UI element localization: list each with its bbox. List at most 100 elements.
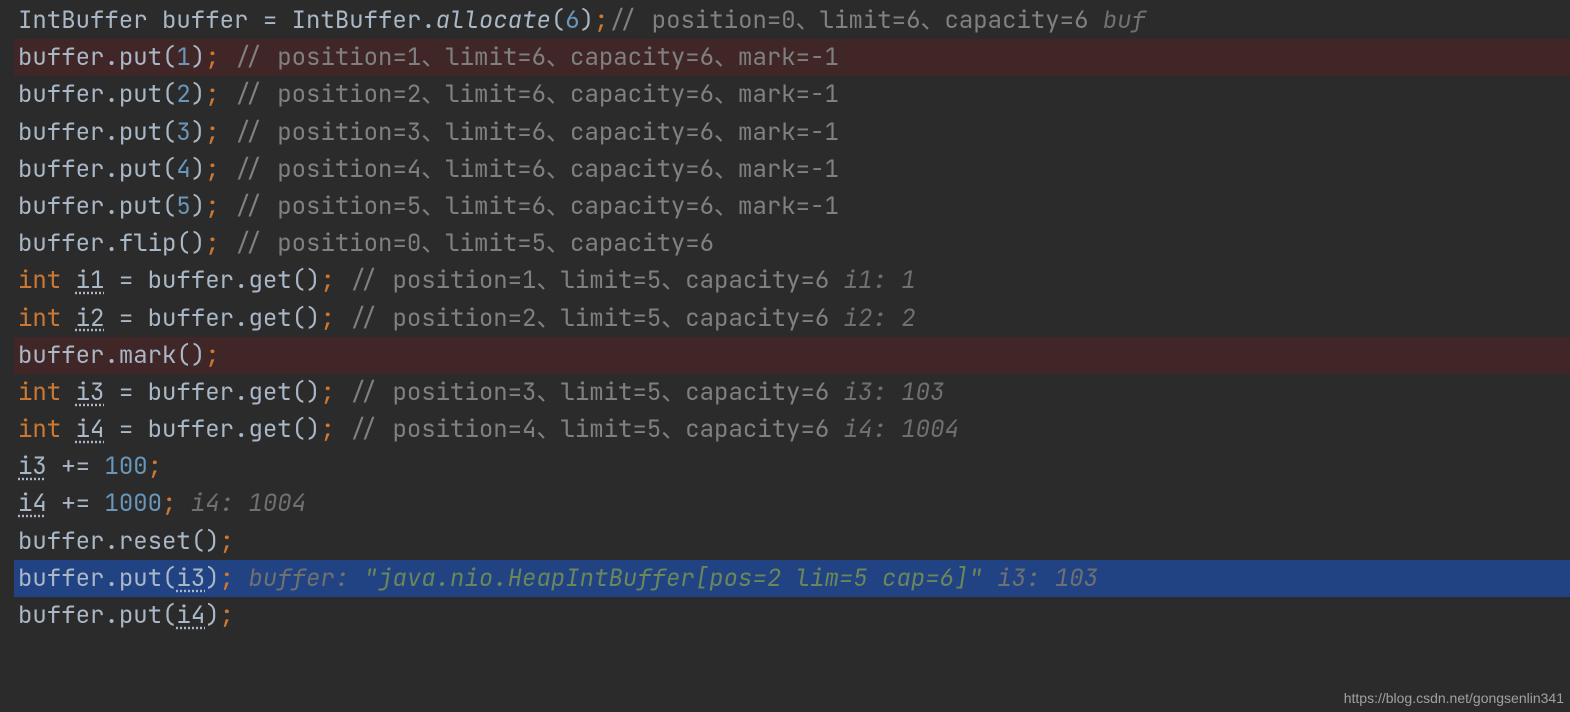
code-token-punct: () bbox=[191, 526, 220, 557]
code-token-cmt: // position=2、limit=5、capacity=6 bbox=[335, 303, 844, 334]
code-token-method: put bbox=[119, 79, 162, 110]
code-token-method: get bbox=[248, 377, 291, 408]
code-token-semi: ; bbox=[205, 117, 219, 148]
code-token-semi: ; bbox=[320, 265, 334, 296]
code-line[interactable]: buffer.reset(); bbox=[14, 523, 1570, 560]
code-token-hint: i4: 1004 bbox=[176, 488, 306, 519]
code-token-punct: = bbox=[104, 265, 147, 296]
code-token-ident: buffer bbox=[18, 563, 104, 594]
code-token-punct: () bbox=[176, 340, 205, 371]
code-token-hint: i1: 1 bbox=[844, 265, 916, 296]
code-token-punct: = bbox=[104, 303, 147, 334]
code-token-punct: ) bbox=[580, 5, 594, 36]
code-token-punct: . bbox=[104, 154, 118, 185]
code-token-method: put bbox=[119, 42, 162, 73]
code-line[interactable]: int i2 = buffer.get(); // position=2、lim… bbox=[14, 300, 1570, 337]
code-token-hint: i4: 1004 bbox=[844, 414, 959, 445]
code-line[interactable]: buffer.put(1); // position=1、limit=6、cap… bbox=[14, 39, 1570, 76]
code-token-punct: . bbox=[104, 340, 118, 371]
code-token-kw: int bbox=[18, 414, 76, 445]
code-token-num: 5 bbox=[176, 191, 190, 222]
code-line[interactable]: buffer.mark(); bbox=[14, 337, 1570, 374]
code-token-ident: buffer bbox=[148, 303, 234, 334]
code-token-punct: += bbox=[47, 451, 105, 482]
code-line[interactable]: buffer.put(3); // position=3、limit=6、cap… bbox=[14, 114, 1570, 151]
code-token-var: i4 bbox=[176, 600, 205, 631]
watermark: https://blog.csdn.net/gongsenlin341 bbox=[1344, 688, 1564, 710]
code-line[interactable]: buffer.flip(); // position=0、limit=5、cap… bbox=[14, 225, 1570, 262]
code-token-punct: () bbox=[176, 228, 205, 259]
code-token-method: flip bbox=[119, 228, 177, 259]
code-token-semi: ; bbox=[205, 154, 219, 185]
code-token-punct: . bbox=[104, 600, 118, 631]
code-token-punct: += bbox=[47, 488, 105, 519]
code-token-punct: . bbox=[421, 5, 435, 36]
code-token-num: 1000 bbox=[104, 488, 162, 519]
code-token-punct: . bbox=[104, 117, 118, 148]
code-token-punct: = bbox=[104, 377, 147, 408]
code-token-method: put bbox=[119, 154, 162, 185]
code-token-var: i2 bbox=[76, 303, 105, 334]
code-line[interactable]: i4 += 1000; i4: 1004 bbox=[14, 485, 1570, 522]
code-token-cmt: // position=0、limit=5、capacity=6 bbox=[220, 228, 714, 259]
code-token-hint: i3: 103 bbox=[983, 563, 1098, 594]
code-token-ident: buffer bbox=[18, 42, 104, 73]
code-token-semi: ; bbox=[205, 340, 219, 371]
code-line[interactable]: buffer.put(2); // position=2、limit=6、cap… bbox=[14, 76, 1570, 113]
code-token-static: allocate bbox=[436, 5, 551, 36]
code-token-kw: int bbox=[18, 265, 76, 296]
code-token-cmt: // position=1、limit=6、capacity=6、mark=-1 bbox=[220, 42, 839, 73]
code-line[interactable]: IntBuffer buffer = IntBuffer.allocate(6)… bbox=[14, 2, 1570, 39]
code-token-semi: ; bbox=[320, 377, 334, 408]
code-token-punct: ( bbox=[162, 563, 176, 594]
code-token-semi: ; bbox=[220, 526, 234, 557]
code-token-var: i3 bbox=[76, 377, 105, 408]
code-token-semi: ; bbox=[220, 600, 234, 631]
code-line[interactable]: int i3 = buffer.get(); // position=3、lim… bbox=[14, 374, 1570, 411]
code-token-method: get bbox=[248, 414, 291, 445]
code-line[interactable]: int i4 = buffer.get(); // position=4、lim… bbox=[14, 411, 1570, 448]
code-token-ident: buffer bbox=[18, 340, 104, 371]
code-token-punct: () bbox=[292, 303, 321, 334]
code-token-punct: . bbox=[104, 42, 118, 73]
code-token-cmt: // position=4、limit=6、capacity=6、mark=-1 bbox=[220, 154, 839, 185]
code-token-ident: IntBuffer buffer bbox=[18, 5, 263, 36]
code-token-punct: . bbox=[104, 563, 118, 594]
code-token-punct: ( bbox=[551, 5, 565, 36]
code-token-semi: ; bbox=[162, 488, 176, 519]
code-line[interactable]: buffer.put(i4); bbox=[14, 597, 1570, 634]
code-token-ident: buffer bbox=[18, 117, 104, 148]
code-token-punct: ( bbox=[162, 154, 176, 185]
code-token-cmt: // position=1、limit=5、capacity=6 bbox=[335, 265, 844, 296]
code-token-punct: . bbox=[234, 303, 248, 334]
code-token-ident: buffer bbox=[148, 377, 234, 408]
code-token-punct: ) bbox=[205, 600, 219, 631]
code-token-ident: buffer bbox=[18, 526, 104, 557]
code-line[interactable]: buffer.put(5); // position=5、limit=6、cap… bbox=[14, 188, 1570, 225]
code-token-ident: IntBuffer bbox=[292, 5, 422, 36]
code-token-ident: buffer bbox=[18, 79, 104, 110]
code-token-var: i1 bbox=[76, 265, 105, 296]
code-line[interactable]: i3 += 100; bbox=[14, 448, 1570, 485]
code-token-kw: int bbox=[18, 377, 76, 408]
code-token-ident: buffer bbox=[148, 265, 234, 296]
code-token-punct: ) bbox=[191, 79, 205, 110]
code-token-ident: buffer bbox=[148, 414, 234, 445]
code-token-punct: () bbox=[292, 377, 321, 408]
code-line[interactable]: int i1 = buffer.get(); // position=1、lim… bbox=[14, 262, 1570, 299]
code-token-method: put bbox=[119, 117, 162, 148]
code-token-punct: . bbox=[234, 265, 248, 296]
code-token-num: 2 bbox=[176, 79, 190, 110]
code-token-punct: . bbox=[104, 191, 118, 222]
code-token-cmt: // position=3、limit=6、capacity=6、mark=-1 bbox=[220, 117, 839, 148]
code-line[interactable]: buffer.put(i3); buffer: "java.nio.HeapIn… bbox=[14, 560, 1570, 597]
code-token-semi: ; bbox=[205, 42, 219, 73]
code-line[interactable]: buffer.put(4); // position=4、limit=6、cap… bbox=[14, 151, 1570, 188]
code-editor[interactable]: IntBuffer buffer = IntBuffer.allocate(6)… bbox=[0, 0, 1570, 634]
code-token-punct: . bbox=[104, 526, 118, 557]
code-token-num: 100 bbox=[104, 451, 147, 482]
code-token-num: 6 bbox=[565, 5, 579, 36]
code-token-semi: ; bbox=[594, 5, 608, 36]
code-token-var: i3 bbox=[18, 451, 47, 482]
code-token-punct: ) bbox=[191, 117, 205, 148]
